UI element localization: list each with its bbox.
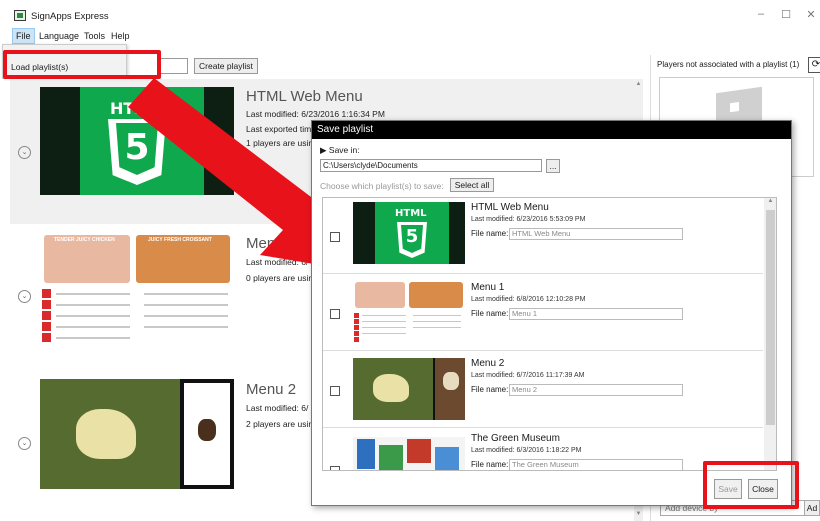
playlist-name: Menu 1 [246,235,297,252]
file-name-input[interactable]: The Green Museum [509,459,683,470]
refresh-icon[interactable]: ⟳ [808,57,820,73]
save-item-name: HTML Web Menu [471,202,549,213]
playlist-name: Menu 2 [246,381,297,398]
close-window-button[interactable]: ✕ [802,8,820,21]
menu-bar: File Language Tools Help [0,28,820,44]
playlist-name: HTML Web Menu [246,88,363,105]
scrollbar-thumb[interactable] [766,210,775,425]
add-device-button[interactable]: Ad [804,500,820,516]
save-list-item[interactable]: HTML 5 HTML Web Menu Last modified: 6/23… [323,198,763,274]
file-name-label: File name: [471,229,509,238]
playlist-checkbox[interactable] [330,386,340,396]
scroll-up-icon[interactable]: ▲ [764,198,776,204]
save-item-modified: Last modified: 6/8/2016 12:10:28 PM [471,296,586,303]
menu-thumb-heading-right: JUICY FRESH CROISSANT [148,237,212,243]
playlist-players-count: 1 players are usin [246,138,312,148]
save-playlist-dialog: Save playlist ▶ Save in: C:\Users\clyde\… [311,120,792,506]
file-name-input[interactable]: Menu 1 [509,308,683,320]
menu-tools[interactable]: Tools [81,28,108,44]
menu-language[interactable]: Language [36,28,82,44]
save-list-item[interactable]: The Green Museum Last modified: 6/3/2016… [323,429,763,470]
playlist-name-input[interactable] [160,58,188,74]
save-item-modified: Last modified: 6/3/2016 1:18:22 PM [471,447,582,454]
expand-icon[interactable]: ⌄ [18,290,31,303]
load-playlists-menu-item[interactable]: Load playlist(s) [11,62,68,72]
playlist-thumbnail: HTML 5 [353,202,465,264]
scroll-up-icon[interactable]: ▲ [634,81,643,87]
dialog-scrollbar[interactable]: ▲ ▼ [764,198,776,470]
file-name-label: File name: [471,460,509,469]
menu-help[interactable]: Help [108,28,133,44]
playlist-players-count: 0 players are usin [246,273,312,283]
playlist-thumbnail [353,437,465,470]
maximize-button[interactable]: ☐ [777,8,795,21]
playlist-thumbnail [353,281,465,343]
playlist-last-modified: Last modified: 6/ [246,403,309,413]
playlist-thumbnail [40,379,234,489]
expand-icon[interactable]: ⌄ [18,146,31,159]
file-name-input[interactable]: HTML Web Menu [509,228,683,240]
select-all-button[interactable]: Select all [450,178,494,192]
save-item-modified: Last modified: 6/23/2016 5:53:09 PM [471,216,586,223]
menu-file[interactable]: File [12,28,35,44]
playlist-checkbox[interactable] [330,232,340,242]
close-dialog-button[interactable]: Close [748,479,778,499]
save-item-name: Menu 1 [471,282,505,293]
save-playlist-list: HTML 5 HTML Web Menu Last modified: 6/23… [322,197,777,471]
scroll-down-icon[interactable]: ▼ [634,511,643,517]
playlist-thumbnail [353,358,465,420]
browse-button[interactable]: ... [546,159,560,173]
playlist-checkbox[interactable] [330,309,340,319]
file-name-label: File name: [471,309,509,318]
save-item-name: The Green Museum [471,433,560,444]
html5-five-glyph: 5 [405,226,419,247]
html5-logo-text: HTML [395,208,427,219]
html5-logo-text: HTML [110,99,161,118]
dialog-title: Save playlist [312,121,791,139]
playlist-thumbnail: TENDER JUICY CHICKEN JUICY FRESH CROISSA… [40,233,234,343]
save-list-item[interactable]: Menu 1 Last modified: 6/8/2016 12:10:28 … [323,275,763,351]
save-item-name: Menu 2 [471,358,505,369]
playlist-thumbnail: HTML 5 [40,87,234,195]
playlist-last-modified: Last modified: 6/ [246,257,309,267]
scroll-down-icon[interactable]: ▼ [764,461,776,467]
unassigned-players-title: Players not associated with a playlist (… [657,60,800,69]
playlist-last-exported: Last exported tim [246,124,312,134]
save-button[interactable]: Save [714,479,742,499]
playlist-players-count: 2 players are usin [246,419,312,429]
html5-five-glyph: 5 [124,127,150,168]
expand-icon[interactable]: ⌄ [18,437,31,450]
window-title: SignApps Express [31,11,109,22]
file-menu-dropdown: Load playlist(s) [2,44,127,79]
app-icon [14,10,26,21]
menu-thumb-heading-left: TENDER JUICY CHICKEN [54,237,115,243]
choose-playlists-label: Choose which playlist(s) to save: [320,181,444,191]
save-item-modified: Last modified: 6/7/2016 11:17:39 AM [471,372,585,379]
save-path-input[interactable]: C:\Users\clyde\Documents [320,159,542,172]
save-list-item[interactable]: Menu 2 Last modified: 6/7/2016 11:17:39 … [323,352,763,428]
file-name-label: File name: [471,385,509,394]
playlist-last-modified: Last modified: 6/23/2016 1:16:34 PM [246,109,385,119]
minimize-button[interactable]: – [752,8,770,20]
save-in-label: ▶ Save in: [320,145,360,155]
playlist-checkbox[interactable] [330,466,340,470]
title-bar: SignApps Express – ☐ ✕ [0,0,820,28]
create-playlist-button[interactable]: Create playlist [194,58,258,74]
file-name-input[interactable]: Menu 2 [509,384,683,396]
